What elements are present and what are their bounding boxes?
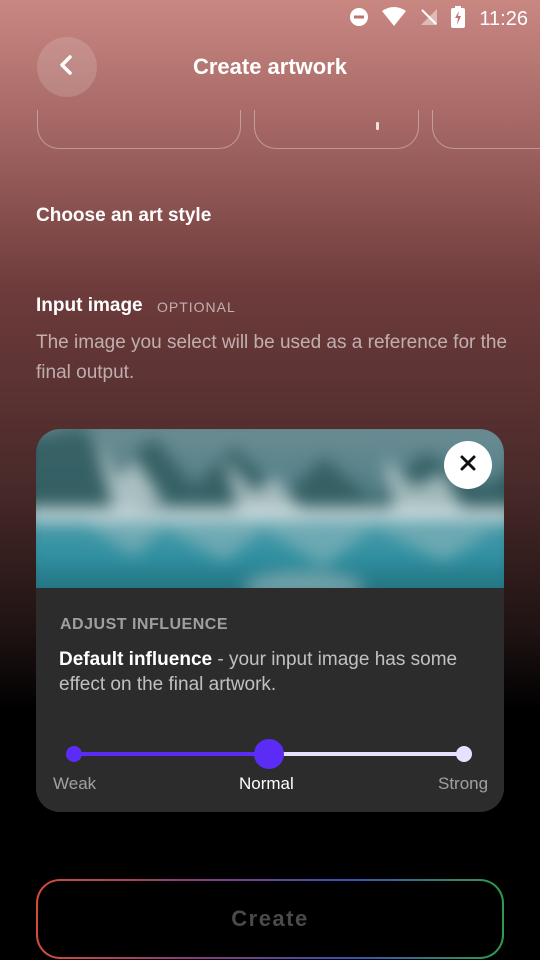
battery-charging-icon	[451, 6, 466, 33]
input-image-preview[interactable]	[36, 429, 504, 588]
influence-slider[interactable]	[66, 739, 472, 769]
slider-stop-weak[interactable]	[66, 746, 82, 762]
status-time: 11:26	[479, 8, 528, 30]
status-bar: 11:26	[0, 0, 540, 36]
option-chips-row	[0, 110, 540, 150]
remove-image-button[interactable]	[444, 441, 492, 489]
slider-thumb[interactable]	[254, 739, 284, 769]
option-chip[interactable]	[37, 110, 241, 149]
close-icon	[459, 454, 477, 477]
optional-tag: OPTIONAL	[157, 299, 236, 315]
influence-description: Default influence - your input image has…	[59, 647, 489, 697]
slider-label-weak[interactable]: Weak	[53, 774, 96, 794]
option-chip[interactable]	[432, 110, 540, 149]
influence-panel: ADJUST INFLUENCE Default influence - you…	[36, 588, 504, 812]
influence-title: ADJUST INFLUENCE	[60, 616, 229, 633]
create-button-label: Create	[231, 906, 309, 931]
no-signal-icon	[419, 7, 439, 32]
wifi-icon	[381, 7, 407, 32]
input-image-card: ADJUST INFLUENCE Default influence - you…	[36, 429, 504, 812]
create-button[interactable]: Create	[36, 879, 504, 959]
slider-label-normal[interactable]: Normal	[239, 774, 294, 794]
slider-label-strong[interactable]: Strong	[438, 774, 488, 794]
input-image-description: The image you select will be used as a r…	[36, 332, 508, 383]
art-style-heading: Choose an art style	[36, 205, 212, 226]
do-not-disturb-icon	[349, 7, 369, 32]
input-image-heading: Input image	[36, 295, 143, 316]
option-chip[interactable]	[254, 110, 419, 149]
influence-description-bold: Default influence	[59, 649, 213, 670]
slider-track-empty	[269, 752, 464, 756]
page-title: Create artwork	[192, 54, 348, 79]
slider-track-filled	[74, 752, 269, 756]
slider-stop-strong[interactable]	[456, 746, 472, 762]
